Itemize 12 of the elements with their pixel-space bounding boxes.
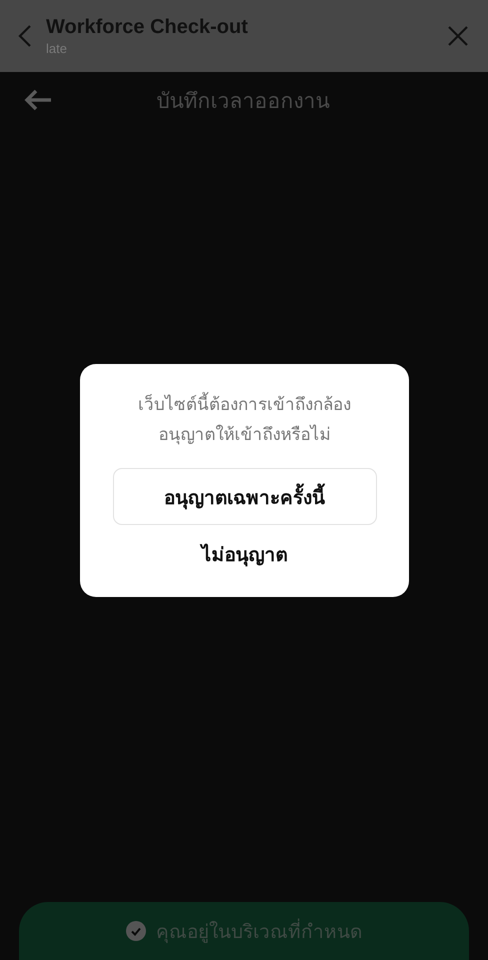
page-title: บันทึกเวลาออกงาน: [156, 88, 330, 114]
allow-once-button[interactable]: อนุญาตเฉพาะครั้งนี้: [112, 468, 376, 525]
dialog-message: อนุญาตให้เข้าถึงหรือไม่: [158, 424, 330, 447]
deny-button[interactable]: ไม่อนุญาต: [194, 535, 296, 573]
chevron-left-icon: [18, 24, 32, 48]
check-circle-icon: [126, 921, 146, 941]
dialog-message: เว็บไซต์นี้ต้องการเข้าถึงกล้อง: [138, 390, 351, 420]
close-button[interactable]: [448, 26, 468, 46]
arrow-left-icon: [24, 89, 52, 111]
back-button[interactable]: [24, 89, 52, 111]
back-button[interactable]: [18, 24, 32, 48]
close-icon: [448, 26, 468, 46]
